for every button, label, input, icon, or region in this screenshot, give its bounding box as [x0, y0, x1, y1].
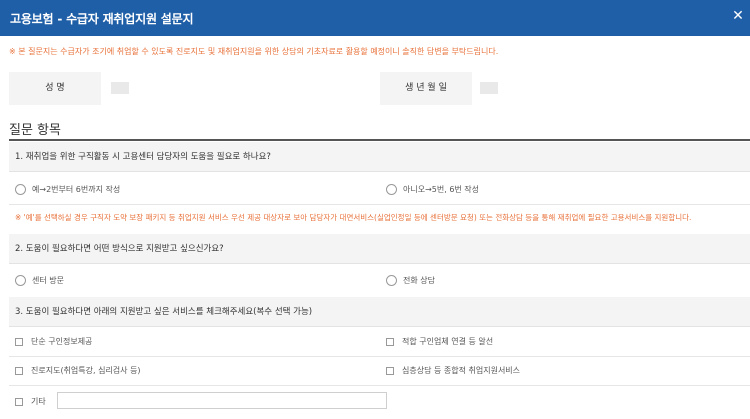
q2-option-phone[interactable]: 전화 상담	[386, 275, 435, 286]
name-label: 성 명	[9, 72, 101, 105]
q3-matching-label: 적합 구인업체 연결 등 알선	[402, 337, 494, 346]
question-3: 3. 도움이 필요하다면 아래의 지원받고 싶은 서비스를 체크해주세요(복수 …	[9, 297, 750, 327]
q1-yes-label: 예→2번부터 6번까지 작성	[32, 185, 121, 194]
birthdate-value-masked	[480, 82, 498, 94]
q3-job-info-label: 단순 구인정보제공	[31, 337, 93, 346]
q1-option-yes[interactable]: 예→2번부터 6번까지 작성	[15, 184, 120, 195]
q3-intensive-counsel-checkbox[interactable]	[386, 366, 394, 375]
q3-career-guidance-label: 진로지도(취업특강, 심리검사 등)	[31, 366, 141, 375]
q3-option-intensive-counsel[interactable]: 심층상담 등 종합적 취업지원서비스	[386, 365, 520, 376]
q1-note: ※ '예'를 선택하실 경우 구직자 도약 보장 패키지 등 취업지원 서비스 …	[15, 213, 692, 222]
q3-option-matching[interactable]: 적합 구인업체 연결 등 알선	[386, 336, 493, 347]
q1-option-no[interactable]: 아니오→5번, 6번 작성	[386, 184, 479, 195]
survey-notice: ※ 본 질문지는 수급자가 조기에 취업할 수 있도록 진로지도 및 재취업지원…	[9, 47, 499, 56]
question-1: 1. 재취업을 위한 구직활동 시 고용센터 담당자의 도움을 필요로 하나요?	[9, 142, 750, 172]
q3-etc-checkbox[interactable]	[15, 397, 23, 406]
q2-visit-label: 센터 방문	[32, 276, 64, 285]
q2-option-visit[interactable]: 센터 방문	[15, 275, 64, 286]
q3-etc-label: 기타	[31, 397, 46, 406]
q3-option-etc[interactable]: 기타	[15, 396, 46, 407]
q3-matching-checkbox[interactable]	[386, 337, 394, 346]
section-title: 질문 항목	[9, 123, 61, 138]
q2-visit-radio[interactable]	[15, 275, 26, 286]
divider	[9, 385, 750, 386]
q3-intensive-counsel-label: 심층상담 등 종합적 취업지원서비스	[402, 366, 521, 375]
birthdate-label: 생 년 월 일	[380, 72, 472, 105]
section-divider	[9, 139, 750, 141]
q2-phone-radio[interactable]	[386, 275, 397, 286]
window-titlebar: 고용보험 - 수급자 재취업지원 설문지 ✕	[0, 0, 750, 36]
q1-no-radio[interactable]	[386, 184, 397, 195]
close-icon[interactable]: ✕	[730, 8, 746, 24]
question-2: 2. 도움이 필요하다면 어떤 방식으로 지원받고 싶으신가요?	[9, 234, 750, 264]
q3-option-career-guidance[interactable]: 진로지도(취업특강, 심리검사 등)	[15, 365, 141, 376]
q1-no-label: 아니오→5번, 6번 작성	[403, 185, 480, 194]
q3-job-info-checkbox[interactable]	[15, 337, 23, 346]
name-value-masked	[111, 82, 129, 94]
q3-option-job-info[interactable]: 단순 구인정보제공	[15, 336, 92, 347]
q1-yes-radio[interactable]	[15, 184, 26, 195]
q3-career-guidance-checkbox[interactable]	[15, 366, 23, 375]
window-title: 고용보험 - 수급자 재취업지원 설문지	[10, 12, 194, 26]
q3-etc-input[interactable]	[57, 392, 387, 409]
q2-phone-label: 전화 상담	[403, 276, 435, 285]
respondent-info-row: 성 명 생 년 월 일	[9, 72, 750, 105]
divider	[9, 204, 750, 205]
divider	[9, 356, 750, 357]
